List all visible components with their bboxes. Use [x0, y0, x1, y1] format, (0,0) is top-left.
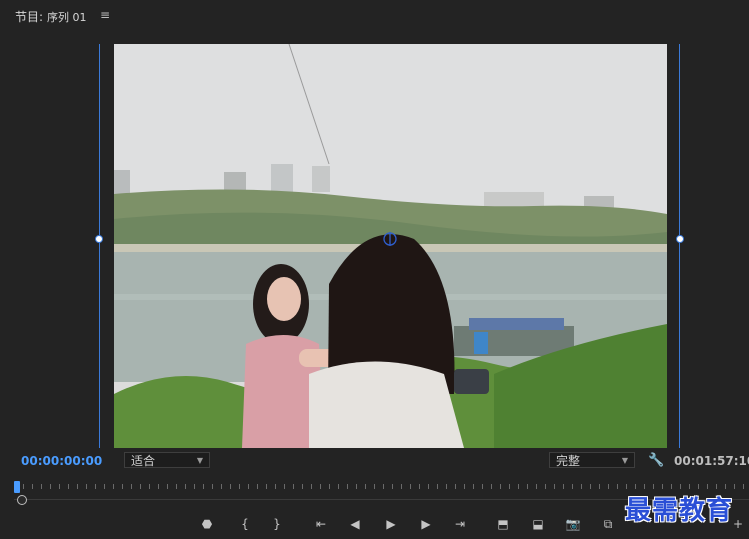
quality-select-value: 完整	[556, 453, 581, 468]
mark-in-button[interactable]: {	[234, 514, 256, 534]
timebar: 00:00:00:00 适合 ▼ 完整 ▼ 🔧 00:01:57:10	[0, 450, 749, 474]
step-forward-button[interactable]: ▶	[415, 514, 437, 534]
ruler-ticks	[14, 484, 749, 489]
chevron-down-icon: ▼	[621, 455, 628, 465]
chevron-down-icon: ▼	[196, 455, 203, 465]
camera-icon[interactable]: 📷	[562, 514, 584, 534]
video-frame[interactable]	[114, 44, 667, 448]
fit-select[interactable]: 适合 ▼	[124, 452, 210, 468]
go-to-in-button[interactable]: ⇤	[310, 514, 332, 534]
step-back-button[interactable]: ◀	[344, 514, 366, 534]
panel-title-prefix: 节目:	[15, 10, 44, 24]
program-monitor	[0, 32, 749, 450]
extract-button[interactable]: ⬓	[527, 514, 549, 534]
compare-button[interactable]: ⧉	[597, 514, 619, 534]
mark-out-button[interactable]: }	[266, 514, 288, 534]
duration-timecode: 00:01:57:10	[674, 454, 749, 468]
panel-header: 节目: 序列 01 ≡	[0, 0, 749, 32]
quality-select[interactable]: 完整 ▼	[549, 452, 635, 468]
frame-handle-right[interactable]	[676, 235, 684, 243]
wrench-icon[interactable]: 🔧	[648, 453, 664, 468]
panel-title[interactable]: 节目: 序列 01	[15, 8, 87, 25]
frame-boundary-left	[99, 44, 100, 448]
go-to-out-button[interactable]: ⇥	[449, 514, 471, 534]
sequence-name: 序列 01	[47, 10, 87, 24]
menu-icon[interactable]: ≡	[100, 8, 110, 22]
playhead[interactable]	[14, 481, 20, 493]
marker-icon[interactable]: ⬣	[196, 514, 218, 534]
fit-select-value: 适合	[131, 453, 156, 468]
frame-boundary-right	[679, 44, 680, 448]
lift-button[interactable]: ⬒	[492, 514, 514, 534]
current-timecode[interactable]: 00:00:00:00	[21, 454, 102, 468]
frame-handle-left[interactable]	[95, 235, 103, 243]
watermark-logo: 最需教育	[625, 496, 734, 526]
play-button[interactable]: ▶	[380, 514, 402, 534]
zoom-handle[interactable]	[17, 495, 27, 505]
video-image	[114, 44, 667, 448]
